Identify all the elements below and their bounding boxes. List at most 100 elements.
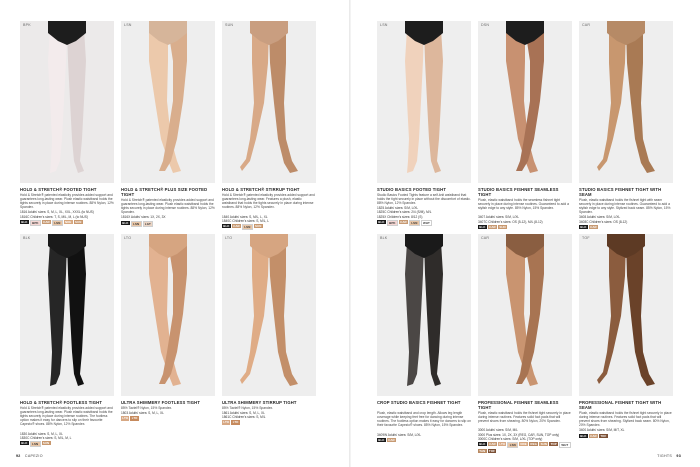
left-page-number: 92 — [16, 454, 21, 458]
color-swatches: LTO LTO — [222, 420, 316, 425]
color-swatch: SUN — [41, 440, 51, 446]
color-swatch: SUN — [73, 219, 83, 225]
color-swatches: BLK CAR TOF — [579, 433, 673, 439]
color-swatch: BLK — [20, 440, 29, 446]
product-description: 85% Tactel® Nylon, 15% Spandex. — [222, 406, 274, 410]
size-spec: 1840C Children's sizes: S, M/L, L — [222, 218, 270, 223]
size-spec: 3400 Adults' sizes: S/M, M/T, XL — [579, 428, 625, 433]
color-swatches: BLK BPK CAR LSN WHT — [377, 219, 471, 226]
color-swatches: BLK BPK CAR LSN NDE SUN — [20, 219, 114, 226]
color-swatch: CAR — [398, 219, 409, 225]
product-description: Plush, elastic waistband holds the fishn… — [579, 411, 672, 428]
product-description: Plush, elastic waistband and crop length… — [377, 411, 471, 428]
color-swatch: TOF — [487, 448, 497, 454]
product-description: Hold & Stretch® patented elasticity prov… — [121, 198, 215, 215]
color-code-label: CAR — [481, 236, 490, 240]
color-swatch: LSN — [242, 223, 253, 230]
color-swatch: NDE — [63, 219, 73, 225]
product-photo: LTO — [121, 234, 215, 396]
product-description: Hold & Stretch® patented elasticity prov… — [20, 193, 114, 210]
product-description: Plush, elastic waistband holds the fishn… — [579, 198, 671, 215]
color-swatch: SUN — [253, 223, 263, 229]
color-swatch: REG — [529, 441, 539, 447]
color-code-label: LSN — [380, 23, 388, 27]
color-swatch: BLK — [222, 223, 231, 229]
product-title: HOLD & STRETCH® FOOTED TIGHT — [20, 187, 97, 192]
size-spec: 1803 Adults' sizes: S, M, L, XL — [121, 411, 164, 416]
product-description: Studio Basics Footed Tights feature a se… — [377, 193, 471, 206]
size-spec: 3409W Adults' sizes: S/M, L/XL — [377, 432, 422, 437]
product-photo: CAR — [478, 234, 572, 396]
size-spec: 3407C Children's sizes: OS (5-12), M/L (… — [478, 219, 543, 224]
page-spine — [349, 0, 351, 467]
color-code-label: BPK — [23, 23, 31, 27]
product-photo: LTO — [222, 234, 316, 396]
color-swatch: SUN — [498, 224, 508, 230]
color-code-label: BLK — [23, 236, 31, 240]
product-title: PROFESSIONAL FISHNET TIGHT WITH SEAM — [579, 400, 662, 410]
color-code-label: LTO — [124, 236, 132, 240]
product-title: CROP STUDIO BASICS FISHNET TIGHT — [377, 400, 461, 405]
color-code-label: SUN — [225, 23, 234, 27]
color-swatch: LSN — [52, 219, 63, 226]
product-description: Hold & Stretch® patented elasticity prov… — [20, 406, 113, 427]
tights-legs-illustration — [121, 21, 215, 183]
tights-legs-illustration — [20, 21, 114, 183]
size-spec: 1861C Children's sizes: S, M/L — [222, 415, 266, 420]
color-swatch: LTO — [231, 420, 240, 425]
product-title: HOLD & STRETCH® PLUS SIZE FOOTED TIGHT — [121, 187, 208, 197]
color-swatch: TOF — [599, 433, 608, 439]
color-swatches: BLK LSN SUN — [20, 440, 114, 447]
color-swatch: BLK — [478, 441, 487, 447]
tights-legs-illustration — [222, 21, 316, 183]
color-code-label: CAR — [582, 23, 591, 27]
color-swatch: LSN — [507, 441, 519, 448]
color-swatch: CAR — [588, 433, 599, 439]
color-swatch: LTO — [121, 416, 130, 421]
color-swatch: LTO — [498, 441, 507, 447]
color-swatches: BLK CAR LTO LSN NDE REG SUN TOP WHT TAN TOF — [478, 441, 572, 454]
color-swatch: BPK — [386, 219, 398, 226]
color-swatches: LTO LTO — [121, 416, 215, 421]
color-swatches: BLK CAR LSN SUN — [222, 223, 316, 230]
color-swatch: CAR — [386, 437, 397, 443]
tights-legs-illustration — [478, 21, 572, 183]
tights-legs-illustration — [377, 234, 471, 396]
tights-legs-illustration — [579, 21, 673, 183]
product-photo: SUN — [222, 21, 316, 183]
tights-legs-illustration — [478, 234, 572, 396]
color-swatch: BLK — [579, 433, 588, 439]
size-spec: 1816X Adults' sizes: 1X, 2X, 3X — [121, 215, 166, 220]
product-description: Hold & Stretch® patented elasticity prov… — [222, 193, 315, 210]
color-swatches: BLK LSN LGT — [121, 220, 215, 227]
color-swatch: BLK — [377, 219, 386, 225]
color-swatch: LSN — [130, 220, 142, 227]
color-code-label: DSN — [481, 23, 490, 27]
color-swatch: CAR — [231, 223, 242, 229]
color-swatch: CAR — [588, 224, 599, 230]
tights-legs-illustration — [377, 21, 471, 183]
color-swatches: BLK CAR — [579, 224, 673, 230]
color-swatch: SUN — [539, 441, 549, 447]
product-photo: LSN — [121, 21, 215, 183]
color-swatch: BLK — [20, 219, 29, 225]
color-swatch: LSN — [409, 219, 420, 226]
color-swatch: TAN — [478, 448, 487, 454]
color-swatch: BLK — [579, 224, 588, 230]
color-swatch: LSN — [29, 440, 41, 447]
right-page-number: 93 — [676, 454, 681, 458]
left-brand: CAPEZIO — [24, 454, 43, 458]
right-folio: TIGHTS 93 — [657, 454, 684, 458]
color-swatches: BLK CAR — [377, 437, 471, 443]
product-photo: DSN — [478, 21, 572, 183]
color-swatch: BLK — [377, 437, 386, 443]
tights-legs-illustration — [121, 234, 215, 396]
color-swatch: BLK — [121, 220, 130, 226]
tights-legs-illustration — [222, 234, 316, 396]
product-photo: TOF — [579, 234, 673, 396]
size-spec: 3408C Children's sizes: OS (8-12) — [579, 219, 628, 224]
color-code-label: LTO — [225, 236, 233, 240]
product-title: ULTRA SHIMMERY FOOTLESS TIGHT — [121, 400, 201, 405]
product-description: 85% Tactel® Nylon, 15% Spandex. — [121, 406, 173, 410]
color-swatch: LGT — [142, 220, 154, 227]
